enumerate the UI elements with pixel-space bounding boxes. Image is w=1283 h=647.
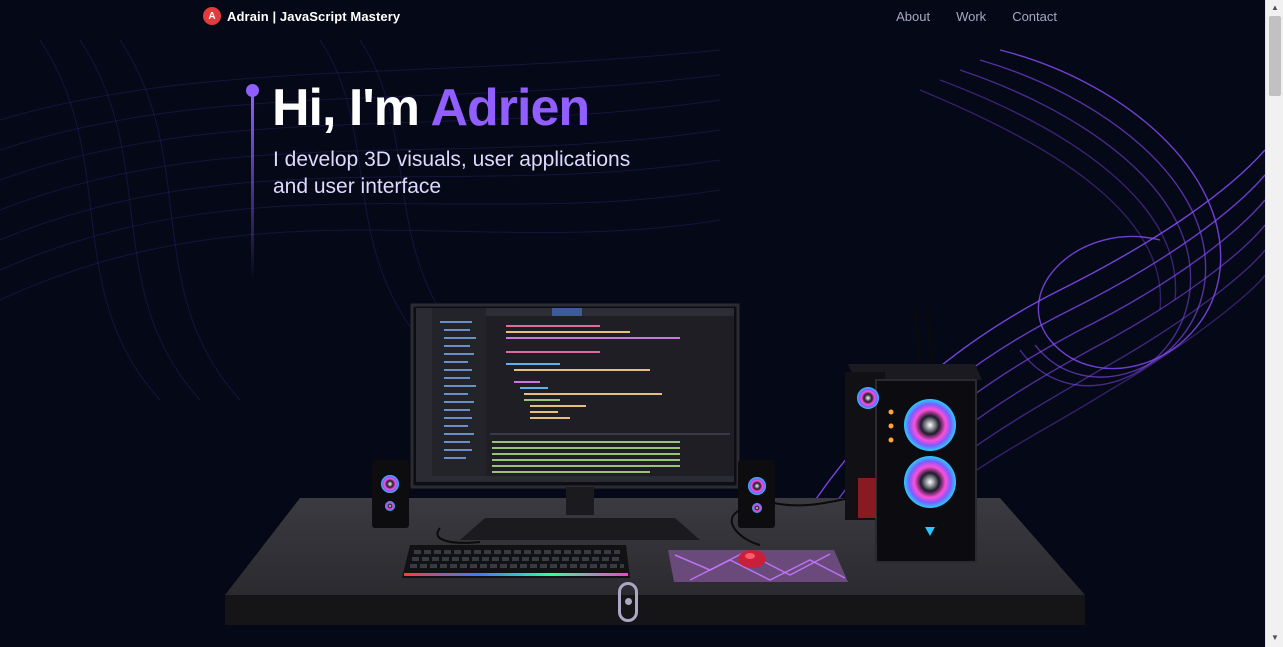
scrollbar-thumb[interactable] (1269, 16, 1281, 96)
nav-links: About Work Contact (896, 9, 1057, 24)
nav-link-work[interactable]: Work (956, 9, 986, 24)
brand-link[interactable]: A Adrain | JavaScript Mastery (203, 7, 400, 25)
desk-scene[interactable] (0, 40, 1265, 647)
logo-icon: A (203, 7, 221, 25)
nav-link-contact[interactable]: Contact (1012, 9, 1057, 24)
brand-name: Adrain | JavaScript Mastery (227, 8, 401, 24)
mouse (738, 550, 766, 568)
left-speaker (372, 460, 409, 528)
page-scrollbar[interactable]: ▲ ▼ (1265, 0, 1283, 647)
hero-section: Hi, I'm Adrien I develop 3D visuals, use… (0, 40, 1265, 647)
right-speaker (738, 460, 775, 528)
scroll-down-arrow-icon[interactable]: ▼ (1266, 631, 1283, 645)
nav-link-about[interactable]: About (896, 9, 930, 24)
scroll-dot (625, 598, 632, 605)
keyboard (402, 545, 630, 578)
navbar: A Adrain | JavaScript Mastery About Work… (0, 0, 1265, 40)
scroll-down-indicator[interactable] (618, 582, 638, 622)
scroll-up-arrow-icon[interactable]: ▲ (1266, 1, 1283, 15)
